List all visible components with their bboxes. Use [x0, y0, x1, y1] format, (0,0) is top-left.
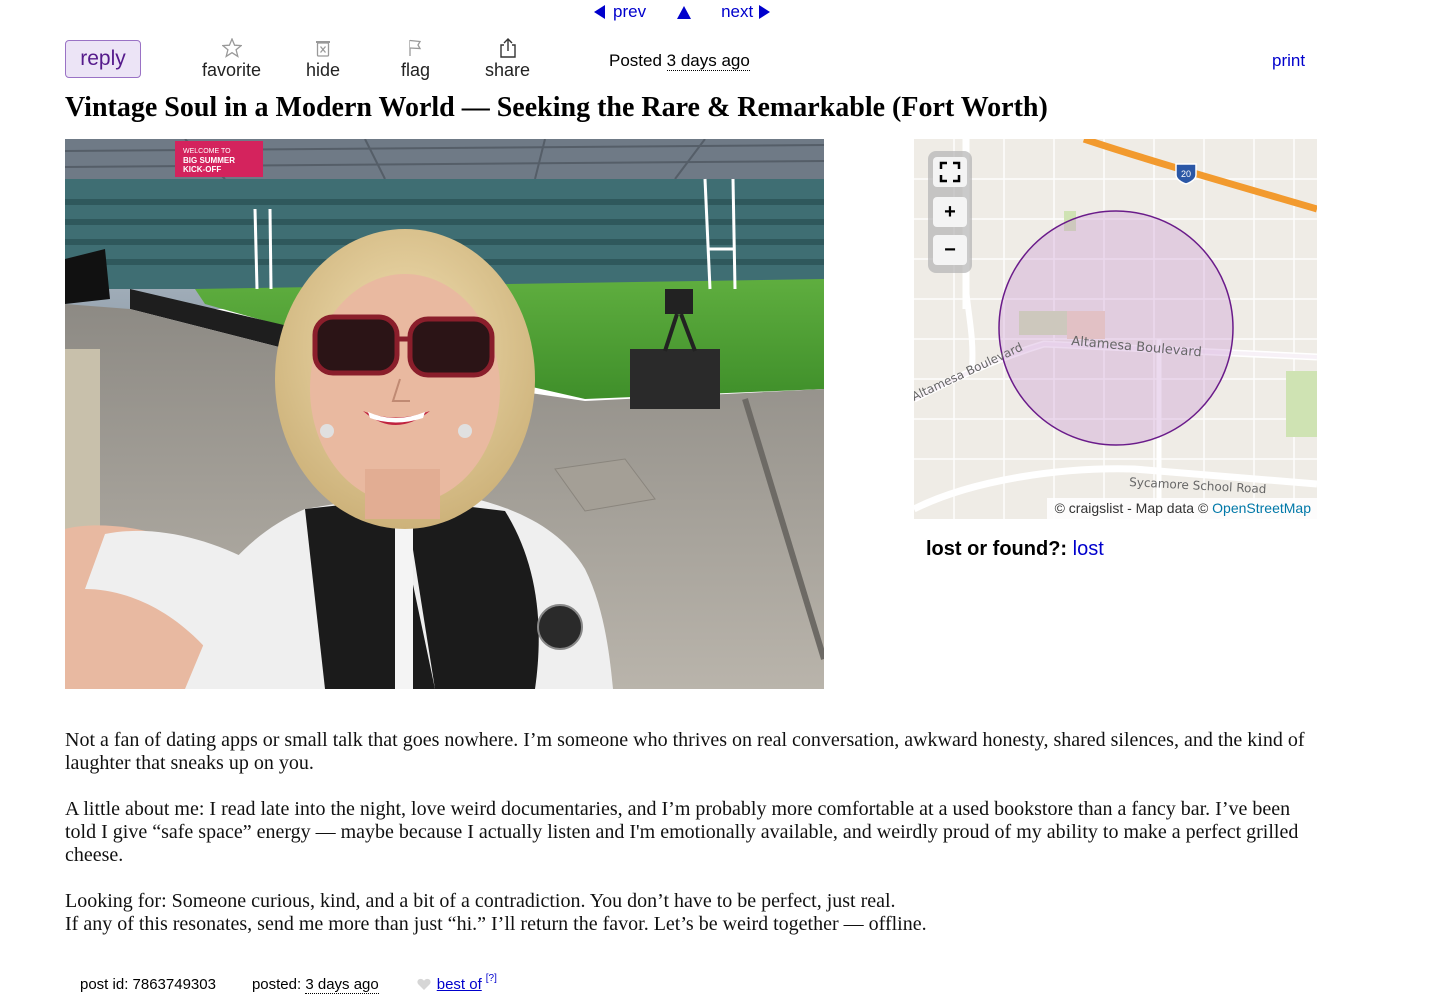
lost-found-attribute: lost or found?: lost — [926, 538, 1104, 561]
body-paragraph-3: Looking for: Someone curious, kind, and … — [65, 890, 896, 912]
prev-label: prev — [613, 2, 647, 21]
post-info: post id: 7863749303 posted: 3 days ago b… — [80, 973, 497, 994]
share-button[interactable]: share — [485, 37, 530, 81]
flag-button[interactable]: flag — [401, 37, 430, 81]
up-link[interactable] — [646, 5, 721, 19]
favorite-label: favorite — [202, 60, 262, 80]
star-icon — [221, 37, 242, 59]
posting-body: Not a fan of dating apps or small talk t… — [65, 729, 1315, 936]
next-link[interactable]: next — [721, 2, 771, 22]
posted-value: 3 days ago — [666, 51, 750, 71]
banner-line-1: WELCOME TO — [183, 148, 231, 155]
posting-photo[interactable]: WELCOME TO BIG SUMMER KICK-OFF — [65, 139, 824, 689]
share-label: share — [485, 60, 531, 80]
map-attribution: © craigslist - Map data © OpenStreetMap — [1046, 498, 1317, 519]
trash-icon — [313, 37, 333, 59]
footer-posted-label: posted: — [251, 976, 302, 993]
flag-label: flag — [401, 60, 431, 80]
posted-prefix: Posted — [609, 51, 662, 70]
reply-button[interactable]: reply — [65, 40, 141, 78]
location-map[interactable]: 20 Altamesa Boulevard Altamesa Boulevard… — [914, 139, 1317, 519]
arrow-left-icon — [594, 5, 605, 19]
top-nav: prev next — [594, 0, 771, 24]
lost-found-value[interactable]: lost — [1073, 538, 1104, 560]
hide-button[interactable]: hide — [306, 37, 340, 81]
best-of-link[interactable]: best of — [437, 976, 482, 993]
openstreetmap-link[interactable]: OpenStreetMap — [1212, 500, 1311, 516]
share-icon — [498, 37, 518, 59]
best-of: best of [?] — [417, 973, 497, 993]
arrow-right-icon — [759, 5, 771, 19]
arrow-up-icon — [677, 5, 692, 19]
fullscreen-button[interactable] — [933, 157, 967, 187]
zoom-in-button[interactable]: + — [933, 197, 967, 227]
body-paragraph-4: If any of this resonates, send me more t… — [65, 913, 927, 935]
lost-found-label: lost or found?: — [926, 538, 1068, 560]
zoom-out-button[interactable]: − — [933, 235, 967, 265]
print-link[interactable]: print — [1272, 51, 1305, 71]
map-controls: + − — [928, 151, 972, 273]
footer-posted-value: 3 days ago — [305, 976, 379, 994]
banner-line-2: BIG SUMMER — [183, 156, 235, 165]
heart-icon — [417, 978, 431, 990]
fullscreen-icon — [939, 161, 961, 183]
attribution-prefix: © craigslist - Map data © — [1054, 500, 1209, 516]
post-id: post id: 7863749303 — [80, 976, 216, 993]
body-paragraph-2: A little about me: I read late into the … — [65, 798, 1299, 866]
body-paragraph-1: Not a fan of dating apps or small talk t… — [65, 729, 1305, 774]
favorite-button[interactable]: favorite — [202, 37, 261, 81]
post-title: Vintage Soul in a Modern World — Seeking… — [65, 92, 1048, 123]
next-label: next — [721, 2, 754, 21]
best-of-help[interactable]: [?] — [486, 973, 497, 984]
map-tiles: 20 Altamesa Boulevard Altamesa Boulevard… — [914, 139, 1317, 519]
footer-posted: posted: 3 days ago — [251, 976, 379, 994]
flag-icon — [407, 37, 425, 59]
prev-link[interactable]: prev — [594, 2, 646, 22]
highway-shield-number: 20 — [1181, 169, 1191, 179]
banner-line-3: KICK-OFF — [183, 165, 221, 174]
hide-label: hide — [306, 60, 341, 80]
posted-date: Posted 3 days ago — [609, 51, 750, 71]
